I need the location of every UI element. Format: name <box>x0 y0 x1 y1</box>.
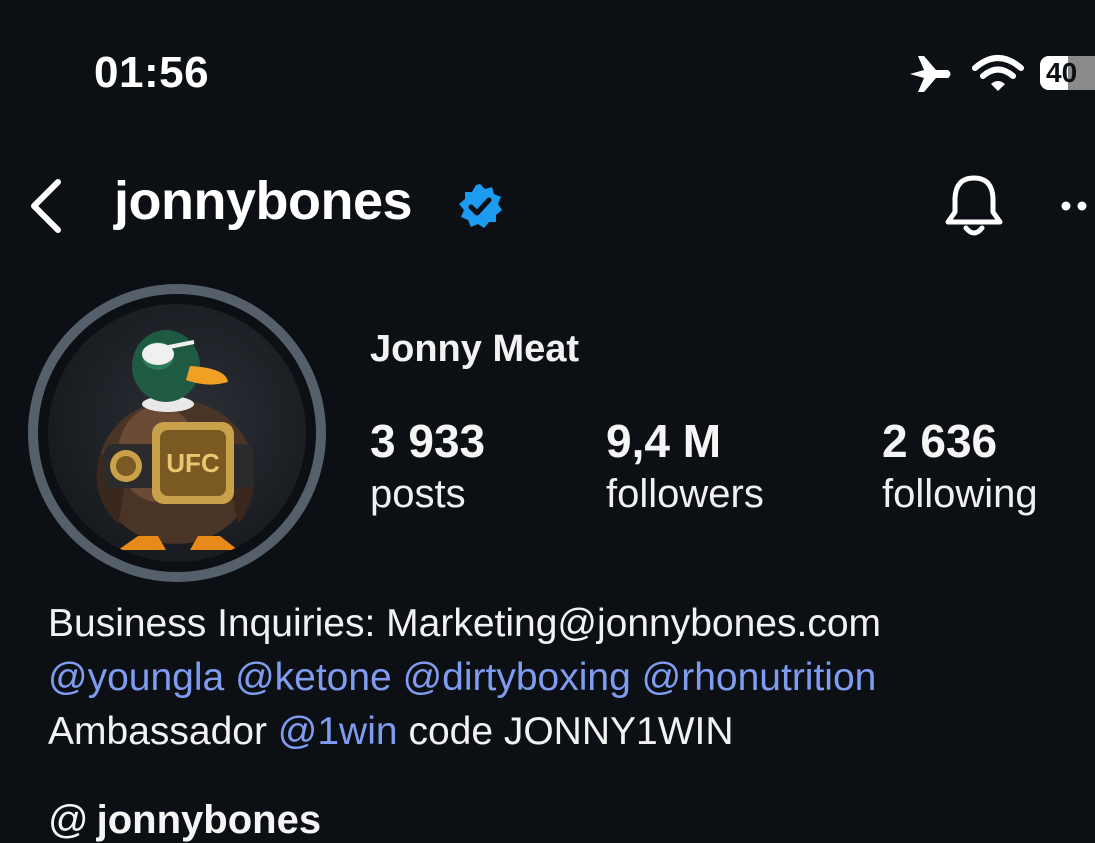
display-name: Jonny Meat <box>370 328 580 370</box>
wifi-icon <box>972 55 1024 91</box>
threads-handle: jonnybones <box>96 798 322 842</box>
followers-label[interactable]: followers <box>606 472 764 517</box>
bio-text: code JONNY1WIN <box>408 710 734 753</box>
posts-label[interactable]: posts <box>370 472 466 517</box>
following-label[interactable]: following <box>882 472 1038 517</box>
posts-count[interactable]: 3 933 <box>370 414 485 468</box>
chevron-left-icon[interactable] <box>24 176 68 236</box>
avatar[interactable]: UFC <box>48 304 306 562</box>
following-count[interactable]: 2 636 <box>882 414 997 468</box>
threads-icon: @ <box>48 798 89 842</box>
verified-badge-icon <box>459 184 502 228</box>
battery-percent: 40 <box>1046 57 1078 88</box>
bio-mentions-line: @youngla @ketone @dirtyboxing @rhonutrit… <box>48 656 876 700</box>
bell-icon[interactable] <box>942 172 1006 240</box>
followers-count[interactable]: 9,4 M <box>606 414 721 468</box>
profile-username: jonnybones <box>114 171 413 231</box>
more-icon[interactable] <box>1058 194 1095 218</box>
airplane-icon <box>910 56 951 92</box>
threads-link[interactable]: @ jonnybones <box>48 798 321 843</box>
status-time: 01:56 <box>94 48 210 97</box>
bio-ambassador-line: Ambassador @1win code JONNY1WIN <box>48 710 734 754</box>
mention-link[interactable]: @youngla <box>48 656 224 699</box>
mention-link[interactable]: @rhonutrition <box>642 656 877 699</box>
svg-text:UFC: UFC <box>166 448 220 478</box>
mention-link[interactable]: @dirtyboxing <box>403 656 631 699</box>
bio-text: Ambassador <box>48 710 267 753</box>
duck-with-ufc-belt-avatar: UFC <box>96 330 254 550</box>
mention-link[interactable]: @1win <box>278 710 398 753</box>
mention-link[interactable]: @ketone <box>235 656 392 699</box>
battery-indicator: 40 <box>1040 56 1095 90</box>
bio-business-inquiries: Business Inquiries: Marketing@jonnybones… <box>48 602 881 645</box>
